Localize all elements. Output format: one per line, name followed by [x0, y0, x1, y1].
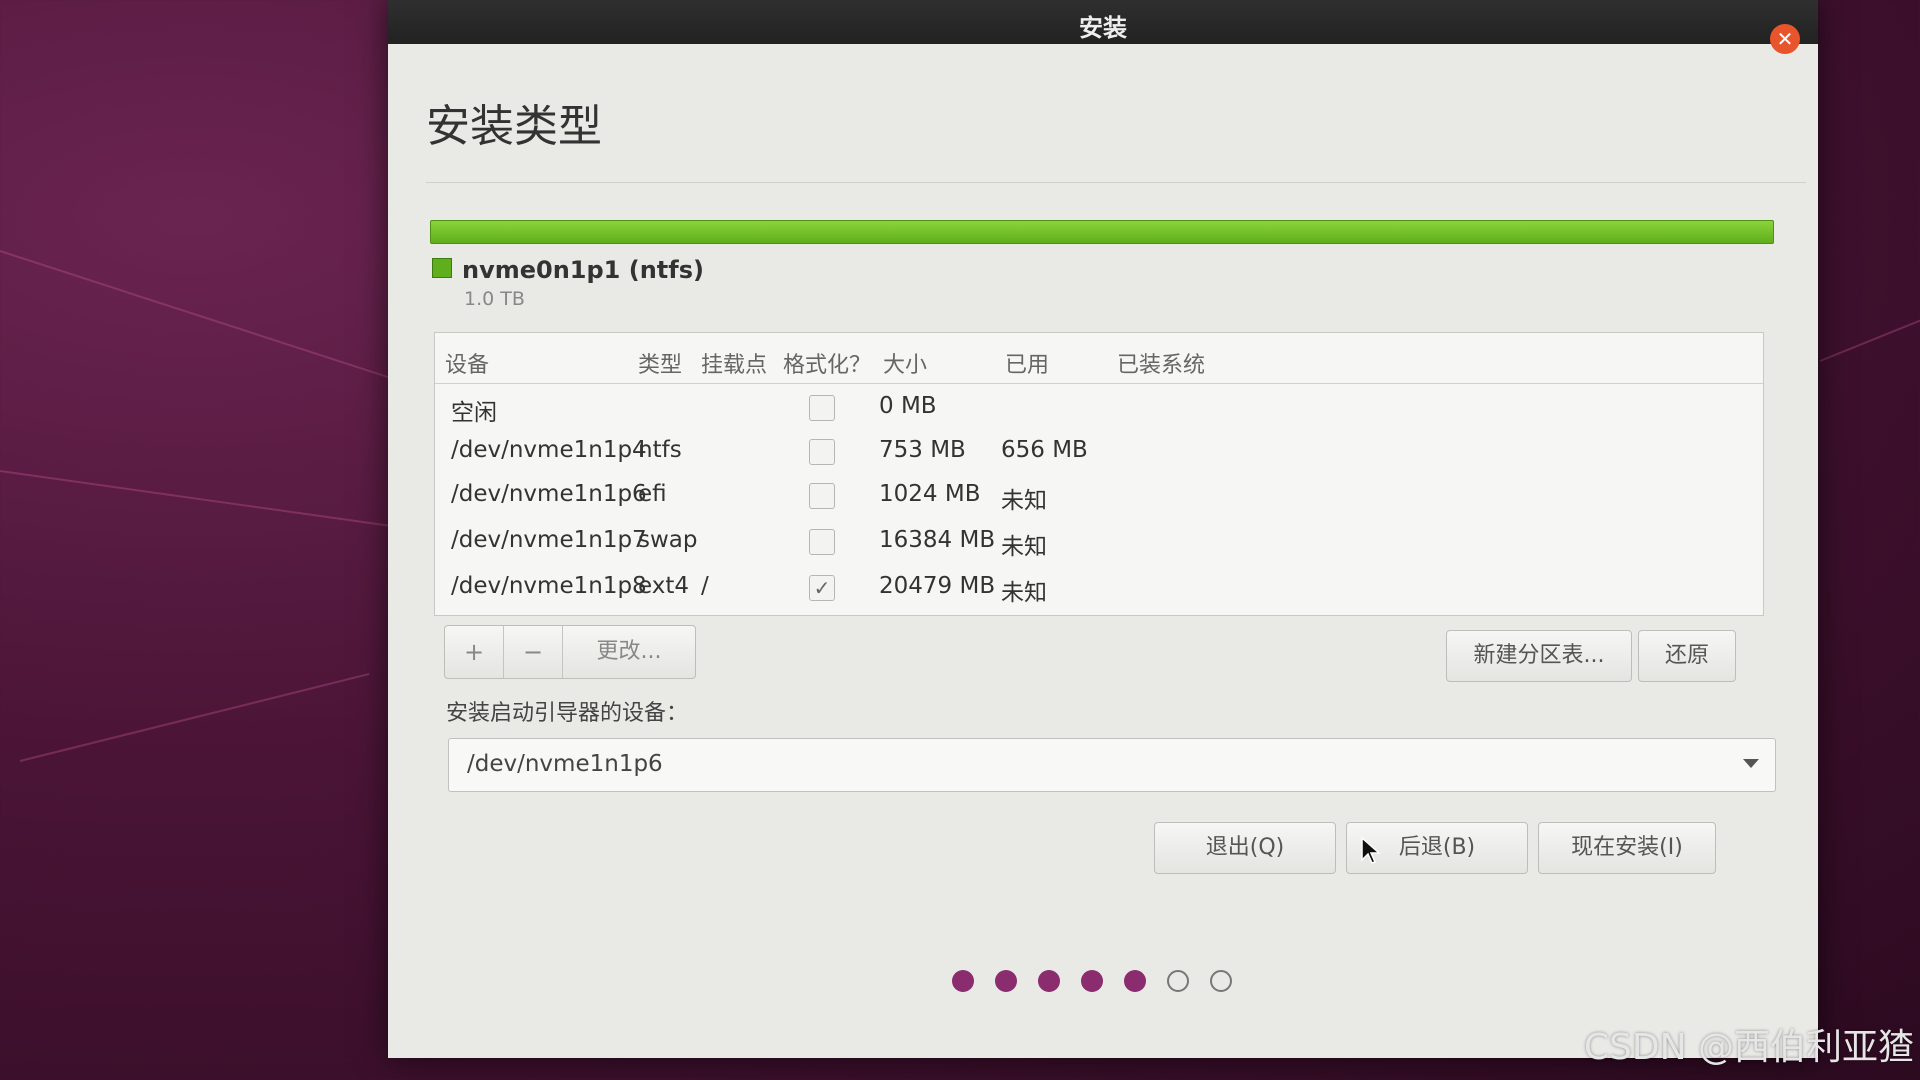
column-header-device[interactable]: 设备 [445, 347, 489, 379]
close-icon[interactable]: ✕ [1770, 24, 1800, 54]
table-row[interactable]: 空闲 0 MB [435, 385, 1763, 431]
cell-type: efi [638, 481, 667, 507]
quit-button[interactable]: 退出(Q) [1154, 822, 1336, 874]
desktop-streak [19, 672, 370, 762]
bootloader-label: 安装启动引导器的设备： [446, 701, 689, 726]
cell-type: ext4 [638, 573, 690, 599]
bootloader-device-select[interactable]: /dev/nvme1n1p6 [448, 738, 1776, 792]
partition-button-group: + − 更改... [444, 625, 696, 679]
window-title: 安装 [1079, 14, 1127, 42]
disk-usage-bar [430, 220, 1774, 244]
cell-type: ntfs [638, 437, 682, 463]
format-checkbox[interactable] [809, 529, 835, 555]
watermark: CSDN @西伯利亚猹 [1583, 1027, 1914, 1068]
mouse-pointer-icon [1361, 836, 1381, 864]
title-bar: 安装 ✕ [388, 0, 1818, 54]
format-checkbox[interactable] [809, 483, 835, 509]
progress-dot [952, 970, 974, 992]
table-row[interactable]: /dev/nvme1n1p6 efi 1024 MB 未知 [435, 473, 1763, 519]
page-title: 安装类型 [426, 101, 602, 152]
column-header-used[interactable]: 已用 [1005, 347, 1049, 379]
cell-device: /dev/nvme1n1p4 [451, 437, 647, 463]
column-header-mount[interactable]: 挂载点 [701, 347, 767, 379]
cell-used: 未知 [1001, 488, 1047, 514]
remove-partition-button[interactable]: − [504, 626, 563, 678]
divider [426, 182, 1806, 183]
column-header-format[interactable]: 格式化？ [783, 347, 871, 379]
column-header-system[interactable]: 已装系统 [1117, 347, 1205, 379]
disk-color-swatch [432, 258, 452, 278]
install-now-button[interactable]: 现在安装(I) [1538, 822, 1716, 874]
desktop-streak [0, 470, 397, 528]
column-header-type[interactable]: 类型 [638, 347, 682, 379]
desktop-streak [1819, 315, 1920, 362]
cell-used: 656 MB [1001, 437, 1088, 463]
revert-button[interactable]: 还原 [1638, 630, 1736, 682]
column-header-size[interactable]: 大小 [883, 347, 927, 379]
format-checkbox[interactable] [809, 439, 835, 465]
progress-dot [1124, 970, 1146, 992]
new-partition-table-button[interactable]: 新建分区表... [1446, 630, 1632, 682]
installer-window: 安装 ✕ 安装类型 nvme0n1p1 (ntfs) 1.0 TB 设备 类型 … [388, 0, 1818, 1058]
table-row[interactable]: /dev/nvme1n1p7 swap 16384 MB 未知 [435, 519, 1763, 565]
disk-size: 1.0 TB [464, 288, 525, 310]
chevron-down-icon [1743, 759, 1759, 768]
disk-name: nvme0n1p1 (ntfs) [462, 256, 704, 284]
cell-device: /dev/nvme1n1p7 [451, 527, 647, 553]
cell-size: 16384 MB [879, 527, 996, 553]
cell-device: 空闲 [451, 400, 497, 426]
cell-size: 0 MB [879, 393, 937, 419]
cell-size: 20479 MB [879, 573, 996, 599]
progress-dot [1038, 970, 1060, 992]
progress-dot [1081, 970, 1103, 992]
table-row[interactable]: /dev/nvme1n1p8 ext4 / ✓ 20479 MB 未知 [435, 565, 1763, 611]
cell-device: /dev/nvme1n1p6 [451, 481, 647, 507]
progress-dot [1210, 970, 1232, 992]
cell-device: /dev/nvme1n1p8 [451, 573, 647, 599]
add-partition-button[interactable]: + [445, 626, 504, 678]
cell-used: 未知 [1001, 580, 1047, 606]
progress-dot [1167, 970, 1189, 992]
bootloader-device-value: /dev/nvme1n1p6 [467, 751, 663, 777]
change-partition-button[interactable]: 更改... [563, 626, 695, 678]
progress-dot [995, 970, 1017, 992]
cell-type: swap [638, 527, 698, 553]
cell-mount: / [701, 573, 709, 599]
cell-used: 未知 [1001, 534, 1047, 560]
cell-size: 1024 MB [879, 481, 981, 507]
table-header: 设备 类型 挂载点 格式化？ 大小 已用 已装系统 [435, 333, 1763, 384]
cell-size: 753 MB [879, 437, 966, 463]
format-checkbox[interactable]: ✓ [809, 575, 835, 601]
desktop-streak [0, 250, 400, 382]
table-row[interactable]: /dev/nvme1n1p4 ntfs 753 MB 656 MB [435, 429, 1763, 475]
format-checkbox[interactable] [809, 395, 835, 421]
partition-table: 设备 类型 挂载点 格式化？ 大小 已用 已装系统 空闲 0 MB /dev/n… [434, 332, 1764, 616]
